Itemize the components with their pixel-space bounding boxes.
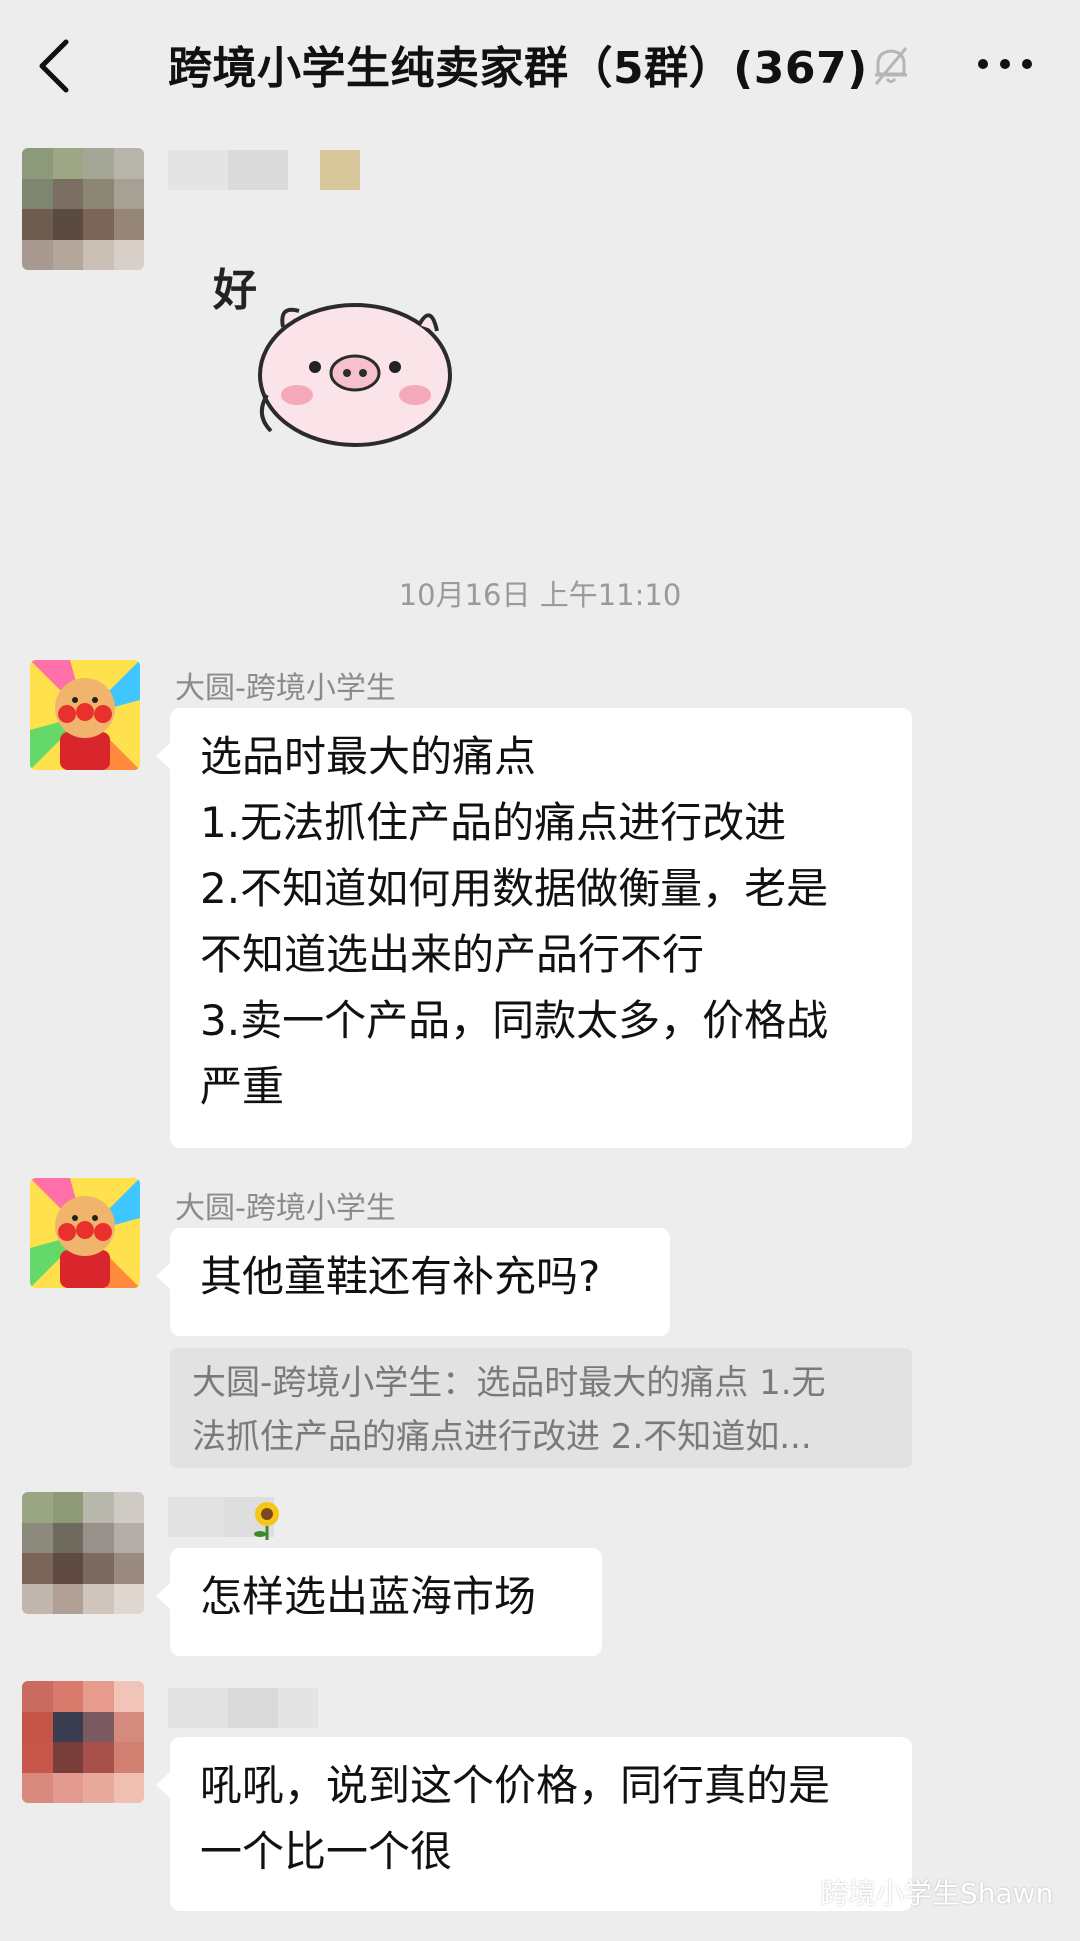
bell-off-icon <box>874 47 908 85</box>
message-line: 3.卖一个产品，同款太多，价格战 <box>200 996 829 1045</box>
quote-line: 大圆-跨境小学生：选品时最大的痛点 1.无 <box>192 1363 826 1403</box>
sender-name: 大圆-跨境小学生 <box>175 671 396 706</box>
anpanman-icon <box>30 660 140 770</box>
sticker-text: 好 <box>212 265 257 316</box>
message-bubble[interactable]: 其他童鞋还有补充吗? <box>156 1228 670 1336</box>
avatar-anpanman[interactable] <box>30 1178 140 1288</box>
chevron-left-icon[interactable] <box>30 36 80 96</box>
message-bubble[interactable]: 怎样选出蓝海市场 <box>156 1548 602 1656</box>
pig-sticker[interactable]: 好 <box>205 255 465 455</box>
wechat-logo-icon <box>772 1878 811 1906</box>
quoted-message[interactable]: 大圆-跨境小学生：选品时最大的痛点 1.无 法抓住产品的痛点进行改进 2.不知道… <box>170 1348 912 1468</box>
message-bubble[interactable]: 选品时最大的痛点 1.无法抓住产品的痛点进行改进 2.不知道如何用数据做衡量，老… <box>156 708 912 1148</box>
sunflower-icon <box>254 1502 279 1540</box>
timestamp: 10月16日 上午11:10 <box>398 578 682 612</box>
avatar[interactable] <box>22 1681 144 1803</box>
message-line: 不知道选出来的产品行不行 <box>200 930 705 979</box>
chat-title: 跨境小学生纯卖家群（5群）(367) <box>168 43 868 94</box>
message-text: 怎样选出蓝海市场 <box>200 1572 537 1621</box>
anpanman-icon <box>30 1178 140 1288</box>
avatar-anpanman[interactable] <box>30 660 140 770</box>
blurred-sender-name <box>168 150 360 190</box>
blurred-sender-name <box>168 1688 318 1728</box>
watermark-text: 跨境小学生Shawn <box>820 1877 1054 1910</box>
avatar[interactable] <box>22 1492 144 1614</box>
quote-line: 法抓住产品的痛点进行改进 2.不知道如... <box>192 1417 812 1457</box>
message-line: 选品时最大的痛点 <box>200 732 537 781</box>
message-text: 其他童鞋还有补充吗? <box>200 1252 601 1301</box>
blurred-sender-name <box>168 1497 314 1537</box>
message-line: 1.无法抓住产品的痛点进行改进 <box>200 798 787 847</box>
message-line: 严重 <box>200 1062 285 1111</box>
avatar[interactable] <box>22 148 144 270</box>
message-line: 吼吼，说到这个价格，同行真的是 <box>200 1761 831 1810</box>
more-dots-icon[interactable] <box>975 52 1035 76</box>
chat-header: 跨境小学生纯卖家群（5群）(367) <box>0 0 1080 130</box>
watermark: 跨境小学生Shawn <box>772 1872 1053 1912</box>
message-line: 2.不知道如何用数据做衡量，老是 <box>200 864 829 913</box>
sender-name: 大圆-跨境小学生 <box>175 1191 396 1226</box>
